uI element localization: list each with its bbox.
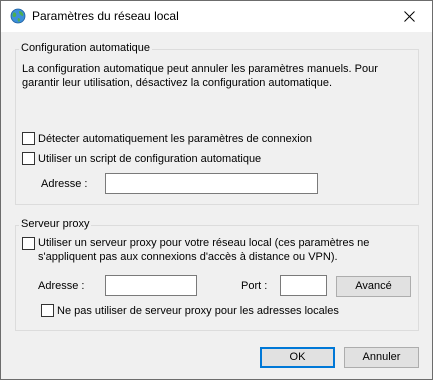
auto-config-script-label[interactable]: Utiliser un script de configuration auto…: [38, 152, 261, 166]
use-proxy-checkbox[interactable]: [22, 237, 35, 250]
proxy-server-group-label: Serveur proxy: [19, 218, 92, 230]
detect-settings-label[interactable]: Détecter automatiquement les paramètres …: [38, 132, 312, 146]
proxy-address-input[interactable]: [105, 275, 197, 296]
lan-settings-dialog: Paramètres du réseau local Configuration…: [0, 0, 433, 380]
proxy-address-label: Adresse :: [38, 280, 85, 292]
use-proxy-label-line2[interactable]: s'appliquent pas aux connexions d'accès …: [38, 250, 338, 264]
auto-config-group-label: Configuration automatique: [19, 42, 153, 54]
cancel-button[interactable]: Annuler: [344, 347, 419, 368]
window-title: Paramètres du réseau local: [32, 9, 179, 23]
bypass-local-checkbox[interactable]: [41, 304, 54, 317]
advanced-button[interactable]: Avancé: [336, 276, 411, 297]
ok-button[interactable]: OK: [260, 347, 335, 368]
script-address-label: Adresse :: [41, 178, 88, 190]
bypass-local-label[interactable]: Ne pas utiliser de serveur proxy pour le…: [57, 304, 339, 318]
script-address-input[interactable]: [105, 173, 318, 194]
auto-config-description-line1: La configuration automatique peut annule…: [22, 63, 378, 75]
title-bar: Paramètres du réseau local: [1, 1, 432, 32]
use-proxy-label-line1[interactable]: Utiliser un serveur proxy pour votre rés…: [38, 236, 369, 250]
auto-config-script-checkbox[interactable]: [22, 152, 35, 165]
auto-config-description-line2: garantir leur utilisation, désactivez la…: [22, 77, 333, 89]
close-button[interactable]: [386, 1, 432, 32]
detect-settings-checkbox[interactable]: [22, 132, 35, 145]
proxy-port-label: Port :: [241, 280, 268, 292]
proxy-port-input[interactable]: [280, 275, 327, 296]
internet-globe-icon: [10, 8, 26, 24]
close-icon: [403, 11, 415, 22]
